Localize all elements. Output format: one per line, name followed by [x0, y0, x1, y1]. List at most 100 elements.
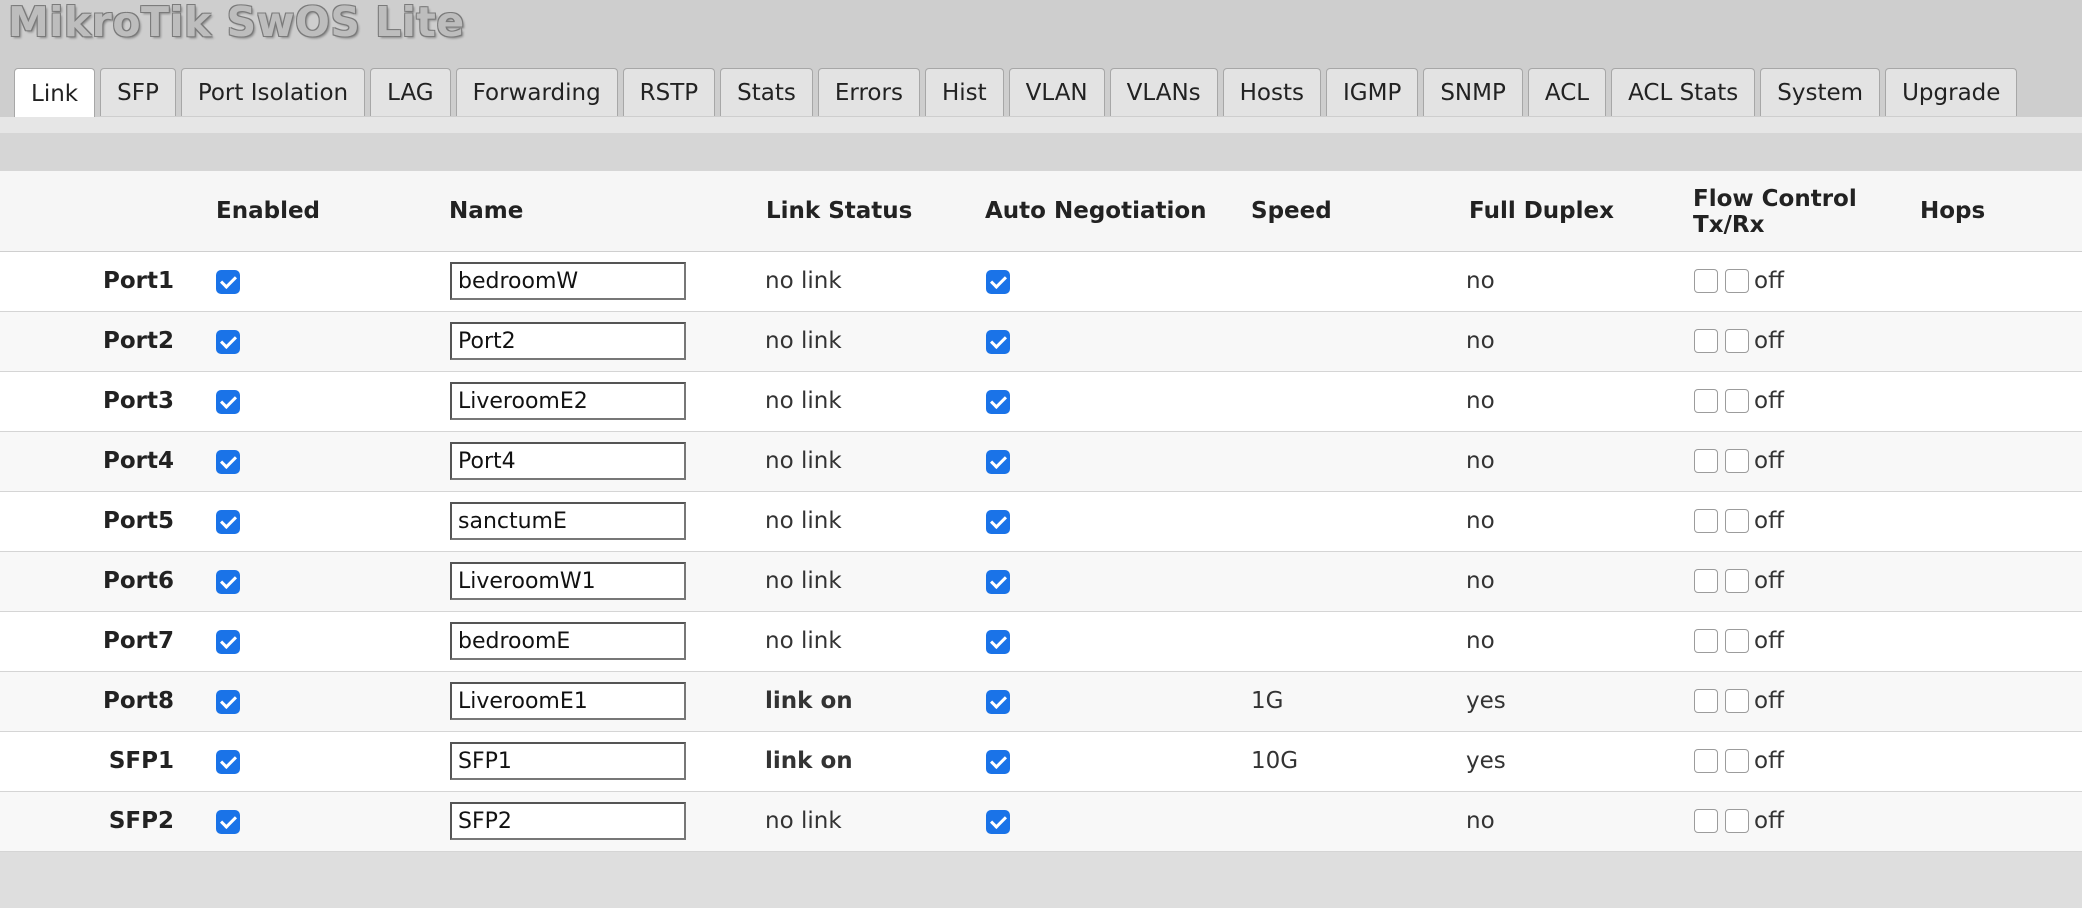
- flow-control-tx-checkbox[interactable]: [1694, 509, 1718, 533]
- tab-hosts[interactable]: Hosts: [1222, 68, 1321, 116]
- full-duplex-text: no: [1466, 388, 1495, 414]
- tab-upgrade[interactable]: Upgrade: [1885, 68, 2018, 116]
- tab-sfp[interactable]: SFP: [100, 68, 176, 116]
- flow-control-rx-checkbox[interactable]: [1725, 269, 1749, 293]
- flow-control-tx-checkbox[interactable]: [1694, 269, 1718, 293]
- port-name-input[interactable]: [450, 742, 686, 780]
- flow-control-rx-checkbox[interactable]: [1725, 809, 1749, 833]
- enabled-checkbox[interactable]: [216, 450, 240, 474]
- header-link-status: Link Status: [766, 198, 913, 224]
- flow-control-rx-checkbox[interactable]: [1725, 749, 1749, 773]
- tab-acl[interactable]: ACL: [1527, 68, 1607, 116]
- port-name-input[interactable]: [450, 622, 686, 660]
- auto-negotiation-checkbox[interactable]: [986, 570, 1010, 594]
- flow-control-rx-checkbox[interactable]: [1725, 629, 1749, 653]
- enabled-checkbox[interactable]: [216, 390, 240, 414]
- auto-negotiation-checkbox[interactable]: [986, 690, 1010, 714]
- table-row: Port6 no link no off: [0, 552, 2082, 612]
- enabled-checkbox[interactable]: [216, 810, 240, 834]
- flow-control-tx-checkbox[interactable]: [1694, 629, 1718, 653]
- tab-hist[interactable]: Hist: [924, 68, 1004, 116]
- tab-stats[interactable]: Stats: [720, 68, 813, 116]
- port-name-input[interactable]: [450, 562, 686, 600]
- tab-link[interactable]: Link: [14, 68, 96, 118]
- flow-control-text: off: [1754, 808, 1784, 834]
- full-duplex-text: no: [1466, 808, 1495, 834]
- table-row: SFP1 link on 10G yes off: [0, 732, 2082, 792]
- tab-content-band: [0, 117, 2082, 133]
- tab-bar: Link SFP Port Isolation LAG Forwarding RSTP St…: [14, 68, 2018, 118]
- auto-negotiation-checkbox[interactable]: [986, 450, 1010, 474]
- flow-control-text: off: [1754, 748, 1784, 774]
- table-header: Enabled Name Link Status Auto Negotiatio…: [0, 171, 2082, 252]
- header-speed: Speed: [1251, 198, 1332, 224]
- flow-control-tx-checkbox[interactable]: [1694, 749, 1718, 773]
- auto-negotiation-checkbox[interactable]: [986, 810, 1010, 834]
- header-flow-control: Flow Control: [1693, 186, 1857, 212]
- tab-snmp[interactable]: SNMP: [1423, 68, 1523, 116]
- port-label: SFP1: [108, 748, 174, 774]
- flow-control-rx-checkbox[interactable]: [1725, 689, 1749, 713]
- tab-lag[interactable]: LAG: [370, 68, 451, 116]
- tab-forwarding[interactable]: Forwarding: [455, 68, 618, 116]
- enabled-checkbox[interactable]: [216, 630, 240, 654]
- table-row: Port1 no link no off: [0, 252, 2082, 312]
- port-name-input[interactable]: [450, 802, 686, 840]
- table-row: Port4 no link no off: [0, 432, 2082, 492]
- flow-control-text: off: [1754, 508, 1784, 534]
- port-label: Port2: [103, 328, 174, 354]
- full-duplex-text: no: [1466, 568, 1495, 594]
- flow-control-tx-checkbox[interactable]: [1694, 689, 1718, 713]
- auto-negotiation-checkbox[interactable]: [986, 510, 1010, 534]
- auto-negotiation-checkbox[interactable]: [986, 330, 1010, 354]
- port-name-input[interactable]: [450, 382, 686, 420]
- tab-igmp[interactable]: IGMP: [1326, 68, 1419, 116]
- full-duplex-text: no: [1466, 508, 1495, 534]
- header-auto-negotiation: Auto Negotiation: [985, 198, 1207, 224]
- auto-negotiation-checkbox[interactable]: [986, 630, 1010, 654]
- port-label: Port4: [103, 448, 174, 474]
- full-duplex-text: no: [1466, 628, 1495, 654]
- tab-port-isolation[interactable]: Port Isolation: [180, 68, 366, 116]
- enabled-checkbox[interactable]: [216, 330, 240, 354]
- port-label: Port5: [103, 508, 174, 534]
- tab-vlans[interactable]: VLANs: [1109, 68, 1218, 116]
- header: MikroTik SwOS Lite Link SFP Port Isolation…: [0, 0, 2082, 133]
- link-status-text: no link: [765, 448, 842, 474]
- port-name-input[interactable]: [450, 502, 686, 540]
- port-name-input[interactable]: [450, 322, 686, 360]
- enabled-checkbox[interactable]: [216, 690, 240, 714]
- table-row: Port3 no link no off: [0, 372, 2082, 432]
- flow-control-text: off: [1754, 568, 1784, 594]
- link-status-text: link on: [765, 688, 853, 714]
- flow-control-tx-checkbox[interactable]: [1694, 389, 1718, 413]
- enabled-checkbox[interactable]: [216, 270, 240, 294]
- speed-text: 1G: [1251, 688, 1284, 714]
- enabled-checkbox[interactable]: [216, 750, 240, 774]
- tab-acl-stats[interactable]: ACL Stats: [1611, 68, 1756, 116]
- flow-control-rx-checkbox[interactable]: [1725, 389, 1749, 413]
- port-name-input[interactable]: [450, 442, 686, 480]
- tab-vlan[interactable]: VLAN: [1008, 68, 1105, 116]
- flow-control-tx-checkbox[interactable]: [1694, 809, 1718, 833]
- link-status-text: no link: [765, 568, 842, 594]
- auto-negotiation-checkbox[interactable]: [986, 750, 1010, 774]
- flow-control-rx-checkbox[interactable]: [1725, 509, 1749, 533]
- tab-system[interactable]: System: [1760, 68, 1881, 116]
- auto-negotiation-checkbox[interactable]: [986, 270, 1010, 294]
- port-name-input[interactable]: [450, 262, 686, 300]
- tab-rstp[interactable]: RSTP: [622, 68, 716, 116]
- flow-control-tx-checkbox[interactable]: [1694, 329, 1718, 353]
- flow-control-tx-checkbox[interactable]: [1694, 449, 1718, 473]
- flow-control-rx-checkbox[interactable]: [1725, 569, 1749, 593]
- port-label: Port3: [103, 388, 174, 414]
- enabled-checkbox[interactable]: [216, 510, 240, 534]
- flow-control-rx-checkbox[interactable]: [1725, 449, 1749, 473]
- flow-control-tx-checkbox[interactable]: [1694, 569, 1718, 593]
- tab-errors[interactable]: Errors: [817, 68, 920, 116]
- enabled-checkbox[interactable]: [216, 570, 240, 594]
- link-status-text: no link: [765, 388, 842, 414]
- flow-control-rx-checkbox[interactable]: [1725, 329, 1749, 353]
- auto-negotiation-checkbox[interactable]: [986, 390, 1010, 414]
- port-name-input[interactable]: [450, 682, 686, 720]
